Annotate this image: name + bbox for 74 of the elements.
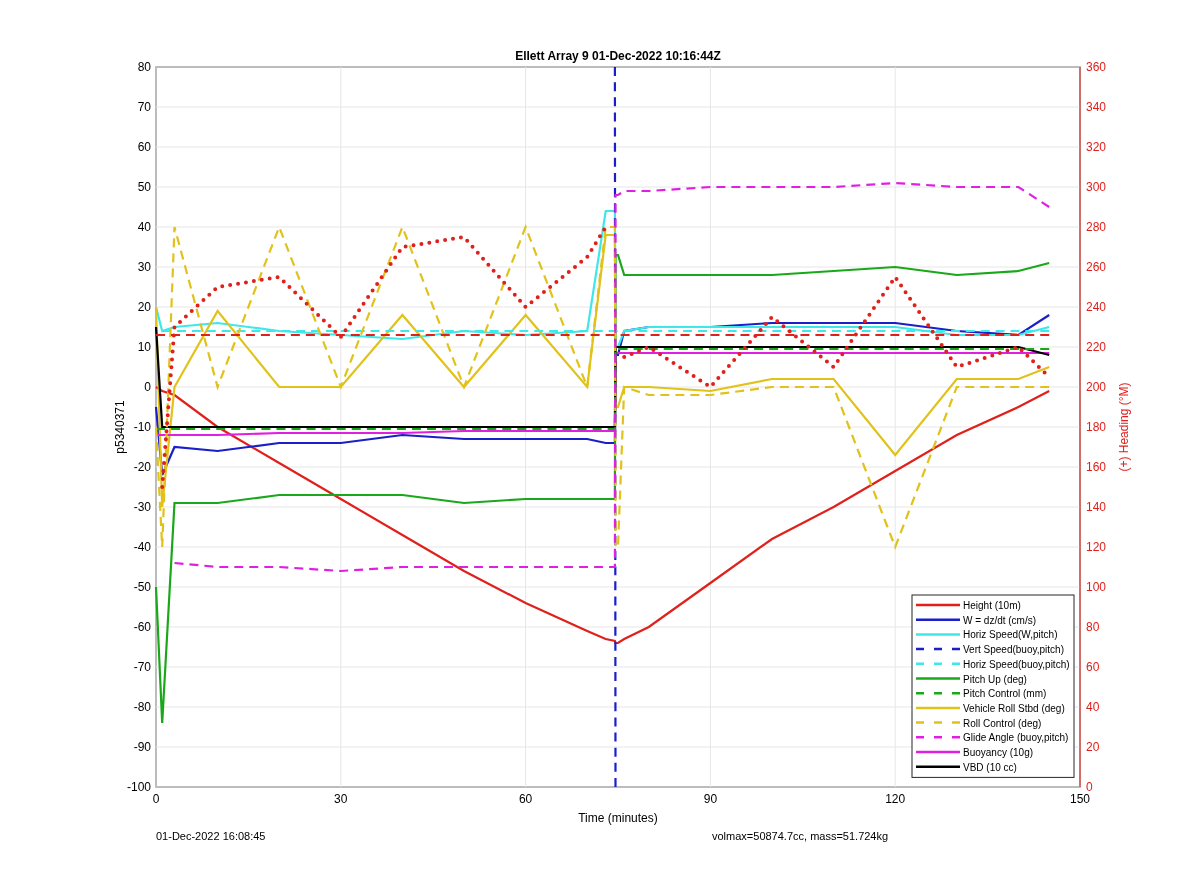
y-tick-label: 60 [137,140,151,154]
legend-line-swatch [916,750,960,754]
legend-line-swatch [916,618,960,621]
y-tick-label: -60 [133,620,151,634]
y-tick-label: 0 [144,380,151,394]
right-y-tick-label: 60 [1086,660,1100,674]
legend-line-swatch [916,603,960,607]
right-y-tick-label: 300 [1086,180,1107,194]
right-y-tick-label: 40 [1086,700,1100,714]
right-y-tick-label: 160 [1086,460,1107,474]
chart-title: Ellett Array 9 01-Dec-2022 10:16:44Z [515,49,721,63]
x-tick-label: 150 [1070,792,1090,806]
x-tick-label: 30 [334,792,348,806]
y-tick-label: -80 [133,700,151,714]
legend-line-swatch [916,736,960,739]
y-tick-label: -10 [133,420,151,434]
right-y-tick-label: 320 [1086,140,1107,154]
right-y-tick-label: 80 [1086,620,1100,634]
y-tick-label: -40 [133,540,151,554]
right-y-axis-label: (+) Heading (°M) [1117,382,1131,472]
x-tick-label: 0 [152,792,160,806]
legend-label: Glide Angle (buoy,pitch) [963,732,1069,744]
legend-label: Roll Control (deg) [963,717,1042,729]
y-tick-label: -70 [133,660,151,674]
legend-label: Height (10m) [963,600,1021,611]
x-axis-label: Time (minutes) [578,811,658,825]
legend-label: Horiz Speed(W,pitch) [963,629,1058,641]
right-y-tick-label: 100 [1086,580,1107,594]
x-tick-label: 90 [703,792,718,806]
legend-label: VBD (10 cc) [963,761,1017,773]
legend-line-swatch [916,721,960,724]
y-tick-label: 50 [137,180,151,194]
x-tick-label: 120 [885,792,906,806]
y-tick-label: -20 [133,460,151,474]
right-y-tick-label: 20 [1086,740,1100,754]
right-y-tick-label: 0 [1086,780,1093,794]
y-tick-label: -100 [126,780,151,794]
legend-label: Pitch Control (mm) [963,688,1047,700]
y-tick-label: 40 [137,220,151,234]
legend-label: W = dz/dt (cm/s) [963,614,1037,626]
right-y-tick-label: 280 [1086,220,1107,234]
right-y-tick-label: 200 [1086,380,1107,394]
footer-info: volmax=50874.7cc, mass=51.724kg [712,830,890,842]
right-y-tick-label: 260 [1086,260,1107,274]
right-y-tick-label: 120 [1086,540,1107,554]
legend-label: Horiz Speed(buoy,pitch) [963,658,1070,670]
right-y-tick-label: 140 [1086,500,1107,514]
y-tick-label: 20 [137,300,151,314]
y-tick-label: 30 [137,260,151,274]
legend-line-swatch [916,633,960,636]
y-tick-label: -50 [133,580,151,594]
legend-label: Pitch Up (deg) [963,673,1027,685]
legend-label: Vehicle Roll Stbd (deg) [963,702,1065,714]
legend-label: Vert Speed(buoy,pitch) [963,644,1064,656]
legend-line-swatch [916,706,960,710]
y-axis-label: p5340371 [113,400,127,454]
footer-timestamp: 01-Dec-2022 16:08:45 [156,830,267,842]
y-tick-label: -30 [133,500,151,514]
legend-line-swatch [916,647,960,651]
right-y-tick-label: 340 [1086,100,1107,114]
x-tick-label: 60 [518,792,533,806]
right-y-tick-label: 220 [1086,340,1107,354]
legend-line-swatch [916,662,960,666]
right-y-tick-label: 240 [1086,300,1107,314]
y-tick-label: -90 [133,740,151,754]
right-y-tick-label: 360 [1086,60,1107,74]
legend-line-swatch [916,765,960,768]
y-tick-label: 70 [137,100,151,114]
legend-line-swatch [916,677,960,680]
legend-line-swatch [916,691,960,695]
y-tick-label: 80 [137,60,151,74]
legend-label: Buoyancy (10g) [963,747,1034,758]
y-tick-label: 10 [137,340,151,354]
right-y-tick-label: 180 [1086,420,1107,434]
